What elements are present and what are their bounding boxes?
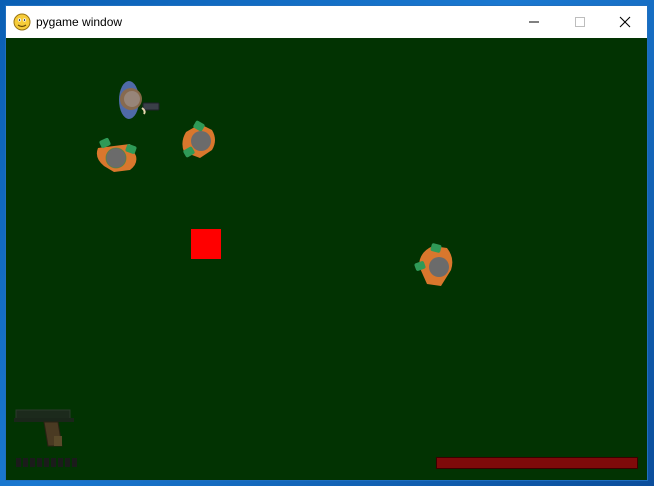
pistol-icon — [14, 409, 74, 447]
maximize-icon — [575, 17, 585, 27]
window-title: pygame window — [36, 15, 123, 29]
minimize-button[interactable] — [511, 6, 557, 38]
ammo-pip — [58, 458, 63, 467]
zombie-sprite — [96, 137, 137, 172]
ammo-pip — [23, 458, 28, 467]
player-sprite — [119, 81, 160, 119]
ammo-pip — [30, 458, 35, 467]
minimize-icon — [529, 21, 539, 23]
pygame-window: pygame window — [6, 6, 647, 480]
health-bar-fill — [437, 458, 637, 468]
pygame-snake-icon — [13, 13, 31, 31]
ammo-pip — [37, 458, 42, 467]
close-button[interactable] — [602, 6, 648, 38]
red-square-pickup — [191, 229, 221, 259]
title-bar[interactable]: pygame window — [6, 6, 647, 38]
zombie-sprite — [182, 120, 215, 158]
ammo-pip — [16, 458, 21, 467]
ammo-pip — [65, 458, 70, 467]
ammo-pip — [72, 458, 77, 467]
zombie-sprite — [414, 243, 453, 286]
game-canvas[interactable] — [6, 38, 647, 480]
ammo-pip — [44, 458, 49, 467]
close-icon — [619, 16, 631, 28]
health-bar — [436, 457, 638, 469]
maximize-button[interactable] — [557, 6, 603, 38]
ammo-counter — [16, 458, 77, 467]
ammo-pip — [51, 458, 56, 467]
